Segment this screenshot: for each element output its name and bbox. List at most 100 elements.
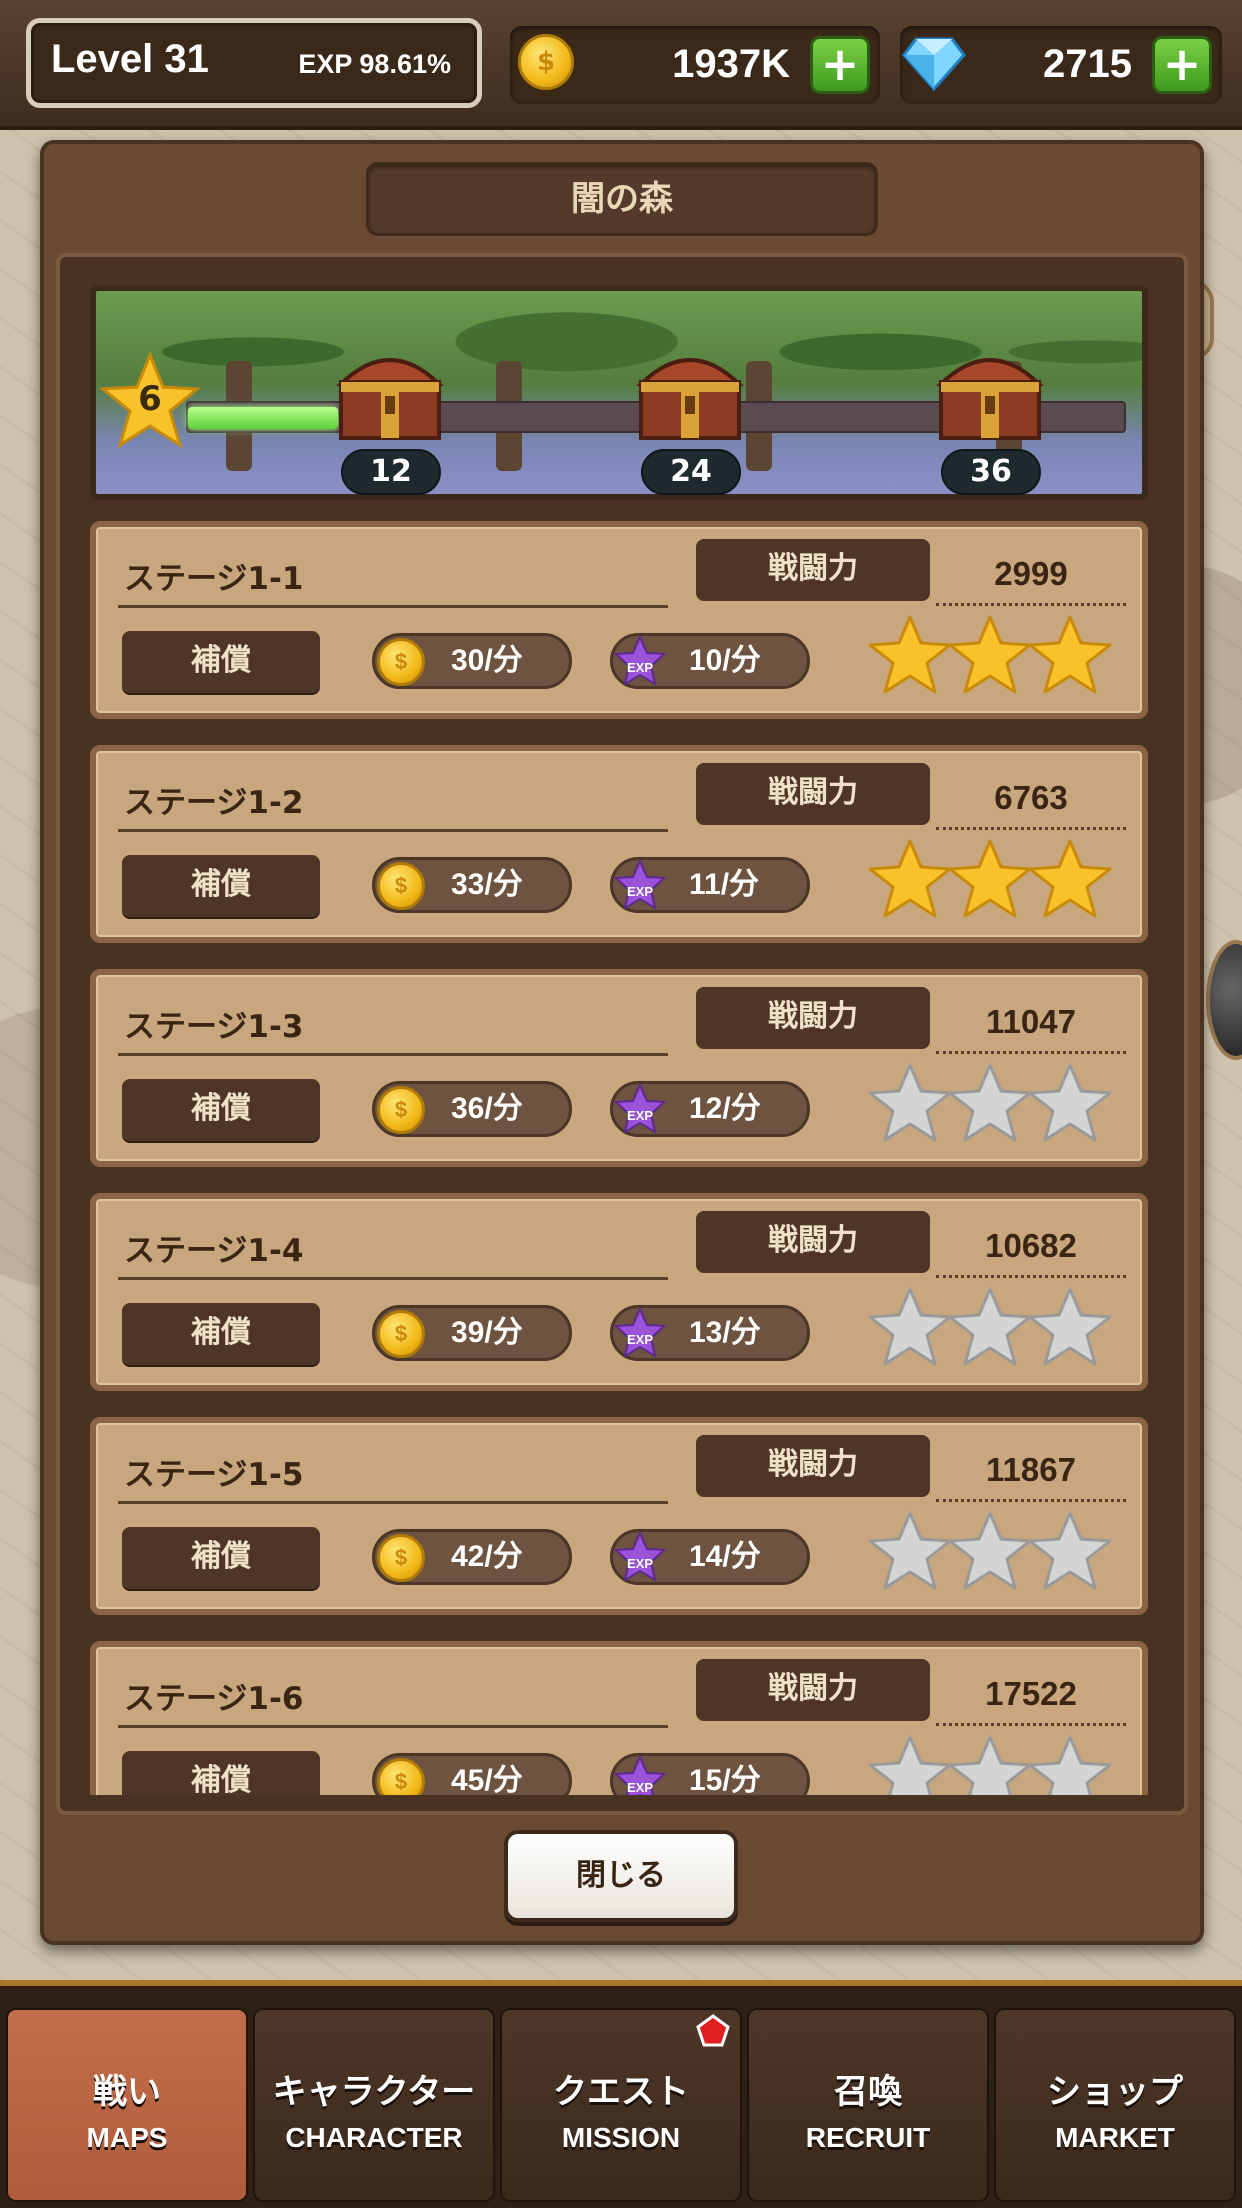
exp-star-icon: EXP <box>613 634 667 687</box>
nav-tab-sublabel: MARKET <box>1055 2122 1175 2153</box>
reward-button[interactable]: 補償 <box>122 1751 320 1795</box>
gold-star-icon <box>868 615 952 694</box>
combat-power-value: 11047 <box>986 1003 1076 1040</box>
empty-star-icon <box>1028 1735 1112 1795</box>
star-count: 6 <box>138 379 162 419</box>
stage-name-underline <box>118 605 668 608</box>
power-underline <box>936 1723 1126 1726</box>
stage-name-underline <box>118 829 668 832</box>
exp-star-icon: EXP <box>613 1754 667 1795</box>
coin-icon <box>377 1534 425 1582</box>
nav-tab-label: ショップ <box>1047 2072 1183 2112</box>
exp-star-icon: EXP <box>613 1530 667 1583</box>
nav-tab-sublabel: MISSION <box>561 2122 681 2153</box>
treasure-chest-icon[interactable] <box>931 336 1049 446</box>
coin-reward-pill: 39/分 <box>372 1305 572 1361</box>
nav-tab-label: 召喚 <box>834 2072 902 2112</box>
combat-power-value: 11867 <box>986 1451 1076 1488</box>
gold-star-icon <box>1028 615 1112 694</box>
combat-power-label: 戦闘力 <box>696 1659 930 1721</box>
nav-tab-sublabel: RECRUIT <box>805 2122 931 2153</box>
reward-button[interactable]: 補償 <box>122 631 320 693</box>
top-status-bar: Level 31 EXP 98.61% 1937K + 2715 + <box>0 0 1242 130</box>
stage-name: ステージ1-6 <box>124 1681 304 1717</box>
reward-button[interactable]: 補償 <box>122 1303 320 1365</box>
combat-power-value: 10682 <box>985 1227 1077 1264</box>
star-progress-fill <box>188 407 338 429</box>
stage-card[interactable]: ステージ1-4 戦闘力 10682 補償 39/分 EXP 13/分 <box>90 1193 1148 1391</box>
combat-power-label: 戦闘力 <box>696 539 930 601</box>
add-gems-button[interactable]: + <box>1152 36 1212 94</box>
stage-star-rating <box>868 1733 1118 1795</box>
coin-counter: 1937K + <box>510 26 880 104</box>
nav-tab-label: クエスト <box>553 2072 689 2112</box>
svg-text:EXP: EXP <box>627 884 653 899</box>
combat-power-value: 2999 <box>994 555 1068 592</box>
star-reward-banner: 6 12 24 36 <box>90 285 1148 500</box>
nav-tab-market[interactable]: ショップ MARKET <box>994 2008 1236 2202</box>
stage-name: ステージ1-5 <box>124 1457 304 1493</box>
coin-reward-rate: 42/分 <box>451 1540 523 1573</box>
stage-star-rating <box>868 1061 1118 1151</box>
empty-star-icon <box>948 1511 1032 1590</box>
nav-tab-maps[interactable]: 戦い MAPS <box>6 2008 248 2202</box>
combat-power-label: 戦闘力 <box>696 1435 930 1497</box>
stage-name: ステージ1-3 <box>124 1009 304 1045</box>
empty-star-icon <box>948 1063 1032 1142</box>
notification-badge-icon <box>696 2014 730 2047</box>
exp-percent: EXP 98.61% <box>298 49 451 79</box>
power-underline <box>936 1499 1126 1502</box>
stage-star-rating <box>868 613 1118 703</box>
stage-star-rating <box>868 1285 1118 1375</box>
exp-reward-rate: 12/分 <box>689 1092 761 1125</box>
empty-star-icon <box>868 1287 952 1366</box>
treasure-chest-icon[interactable] <box>331 336 449 446</box>
coin-icon <box>377 1310 425 1358</box>
exp-reward-rate: 15/分 <box>689 1764 761 1795</box>
milestone-star-count: 36 <box>941 449 1041 495</box>
reward-button[interactable]: 補償 <box>122 855 320 917</box>
nav-tab-sublabel: MAPS <box>86 2122 168 2153</box>
power-underline <box>936 827 1126 830</box>
reward-button[interactable]: 補償 <box>122 1527 320 1589</box>
empty-star-icon <box>1028 1063 1112 1142</box>
stage-card[interactable]: ステージ1-3 戦闘力 11047 補償 36/分 EXP 12/分 <box>90 969 1148 1167</box>
exp-reward-pill: EXP 15/分 <box>610 1753 810 1795</box>
nav-tab-recruit[interactable]: 召喚 RECRUIT <box>747 2008 989 2202</box>
coin-icon <box>377 1086 425 1134</box>
coin-reward-pill: 36/分 <box>372 1081 572 1137</box>
stage-name: ステージ1-4 <box>124 1233 304 1269</box>
stage-card[interactable]: ステージ1-2 戦闘力 6763 補償 33/分 EXP 11/分 <box>90 745 1148 943</box>
treasure-chest-icon[interactable] <box>631 336 749 446</box>
level-box[interactable]: Level 31 EXP 98.61% <box>26 18 482 108</box>
close-button[interactable]: 閉じる <box>504 1830 738 1922</box>
power-underline <box>936 1275 1126 1278</box>
empty-star-icon <box>948 1735 1032 1795</box>
exp-reward-rate: 11/分 <box>689 868 760 901</box>
nav-tab-label: キャラクター <box>272 2072 476 2112</box>
coin-reward-rate: 45/分 <box>451 1764 523 1795</box>
coin-icon <box>377 638 425 686</box>
diamond-icon <box>902 37 966 91</box>
coin-reward-pill: 42/分 <box>372 1529 572 1585</box>
stage-name-underline <box>118 1277 668 1280</box>
exp-reward-pill: EXP 11/分 <box>610 857 810 913</box>
svg-text:EXP: EXP <box>627 660 653 675</box>
stage-name-underline <box>118 1725 668 1728</box>
coin-icon <box>518 34 574 90</box>
reward-button[interactable]: 補償 <box>122 1079 320 1141</box>
nav-tab-label: 戦い <box>93 2072 161 2112</box>
stage-name: ステージ1-2 <box>124 785 304 821</box>
stage-card[interactable]: ステージ1-6 戦闘力 17522 補償 45/分 EXP 15/分 <box>90 1641 1148 1795</box>
stage-card[interactable]: ステージ1-1 戦闘力 2999 補償 30/分 EXP 10/分 <box>90 521 1148 719</box>
exp-reward-rate: 14/分 <box>689 1540 761 1573</box>
stage-card[interactable]: ステージ1-5 戦闘力 11867 補償 42/分 EXP 14/分 <box>90 1417 1148 1615</box>
gold-star-icon <box>948 615 1032 694</box>
nav-tab-character[interactable]: キャラクター CHARACTER <box>253 2008 495 2202</box>
stage-list[interactable]: 6 12 24 36 ステージ1-1 戦闘力 2999 補償 30/分 EXP 10/分ステージ… <box>90 285 1154 1795</box>
coin-reward-rate: 33/分 <box>451 868 523 901</box>
exp-reward-pill: EXP 10/分 <box>610 633 810 689</box>
add-coins-button[interactable]: + <box>810 36 870 94</box>
milestone-star-count: 12 <box>341 449 441 495</box>
power-underline <box>936 603 1126 606</box>
